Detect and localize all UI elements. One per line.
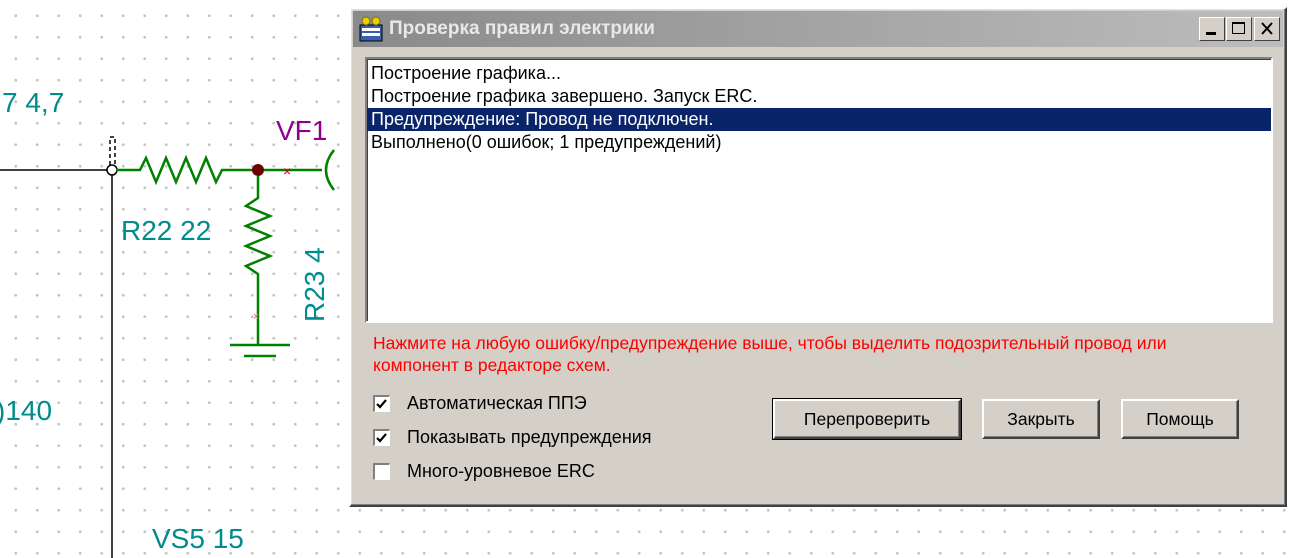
label-vs5: VS5 15 xyxy=(152,523,244,554)
auto-ppe-label: Автоматическая ППЭ xyxy=(407,392,587,413)
schematic-canvas[interactable]: × × 7 4,7 VF1 R22 22 R23 4 )140 VS5 15 П… xyxy=(0,0,1289,558)
label-top-left-value: 7 4,7 xyxy=(2,87,64,118)
erc-dialog: Проверка правил электрики Построение гра… xyxy=(349,7,1287,507)
minimize-icon xyxy=(1206,32,1216,35)
dialog-titlebar[interactable]: Проверка правил электрики xyxy=(353,11,1283,47)
show-warnings-checkbox[interactable] xyxy=(373,428,390,446)
label-vf1: VF1 xyxy=(276,115,327,146)
label-left-partial: )140 xyxy=(0,395,52,426)
help-button[interactable]: Помощь xyxy=(1121,399,1239,439)
checkmark-icon xyxy=(376,432,387,443)
maximize-icon xyxy=(1232,22,1245,34)
close-dialog-button[interactable]: Закрыть xyxy=(982,399,1100,439)
close-button[interactable] xyxy=(1254,17,1280,41)
maximize-button[interactable] xyxy=(1226,17,1252,41)
log-item[interactable]: Построение графика завершено. Запуск ERC… xyxy=(367,85,1271,108)
no-connect-mark-faint: × xyxy=(253,311,259,323)
hint-text: Нажмите на любую ошибку/предупреждение в… xyxy=(373,333,1167,375)
auto-ppe-checkbox[interactable] xyxy=(373,394,390,412)
option-auto-ppe[interactable]: Автоматическая ППЭ xyxy=(373,391,587,415)
show-warnings-label: Показывать предупреждения xyxy=(407,426,652,447)
log-item[interactable]: Выполнено(0 ошибок; 1 предупреждений) xyxy=(367,131,1271,154)
close-icon xyxy=(1261,22,1273,35)
recheck-button[interactable]: Перепроверить xyxy=(772,398,962,440)
pin-marker xyxy=(109,136,116,168)
erc-app-icon xyxy=(359,16,383,42)
label-r22: R22 22 xyxy=(121,215,211,246)
log-item[interactable]: Построение графика... xyxy=(367,62,1271,85)
checkmark-icon xyxy=(376,398,387,409)
minimize-button[interactable] xyxy=(1199,17,1225,41)
no-connect-mark: × xyxy=(283,163,291,179)
option-multilevel-erc[interactable]: Много-уровневое ERC xyxy=(373,459,595,483)
log-item-selected[interactable]: Предупреждение: Провод не подключен. xyxy=(367,108,1271,131)
erc-log-list[interactable]: Построение графика... Построение графика… xyxy=(365,57,1273,323)
option-show-warnings[interactable]: Показывать предупреждения xyxy=(373,425,652,449)
multilevel-erc-label: Много-уровневое ERC xyxy=(407,460,595,481)
junction-dot xyxy=(252,164,264,176)
label-r23: R23 4 xyxy=(299,247,330,322)
resistor-r22[interactable] xyxy=(116,154,256,186)
vf1-symbol-arc[interactable] xyxy=(324,149,335,191)
connection-point xyxy=(106,164,118,176)
dialog-title: Проверка правил электрики xyxy=(389,18,655,39)
multilevel-erc-checkbox[interactable] xyxy=(373,462,390,480)
